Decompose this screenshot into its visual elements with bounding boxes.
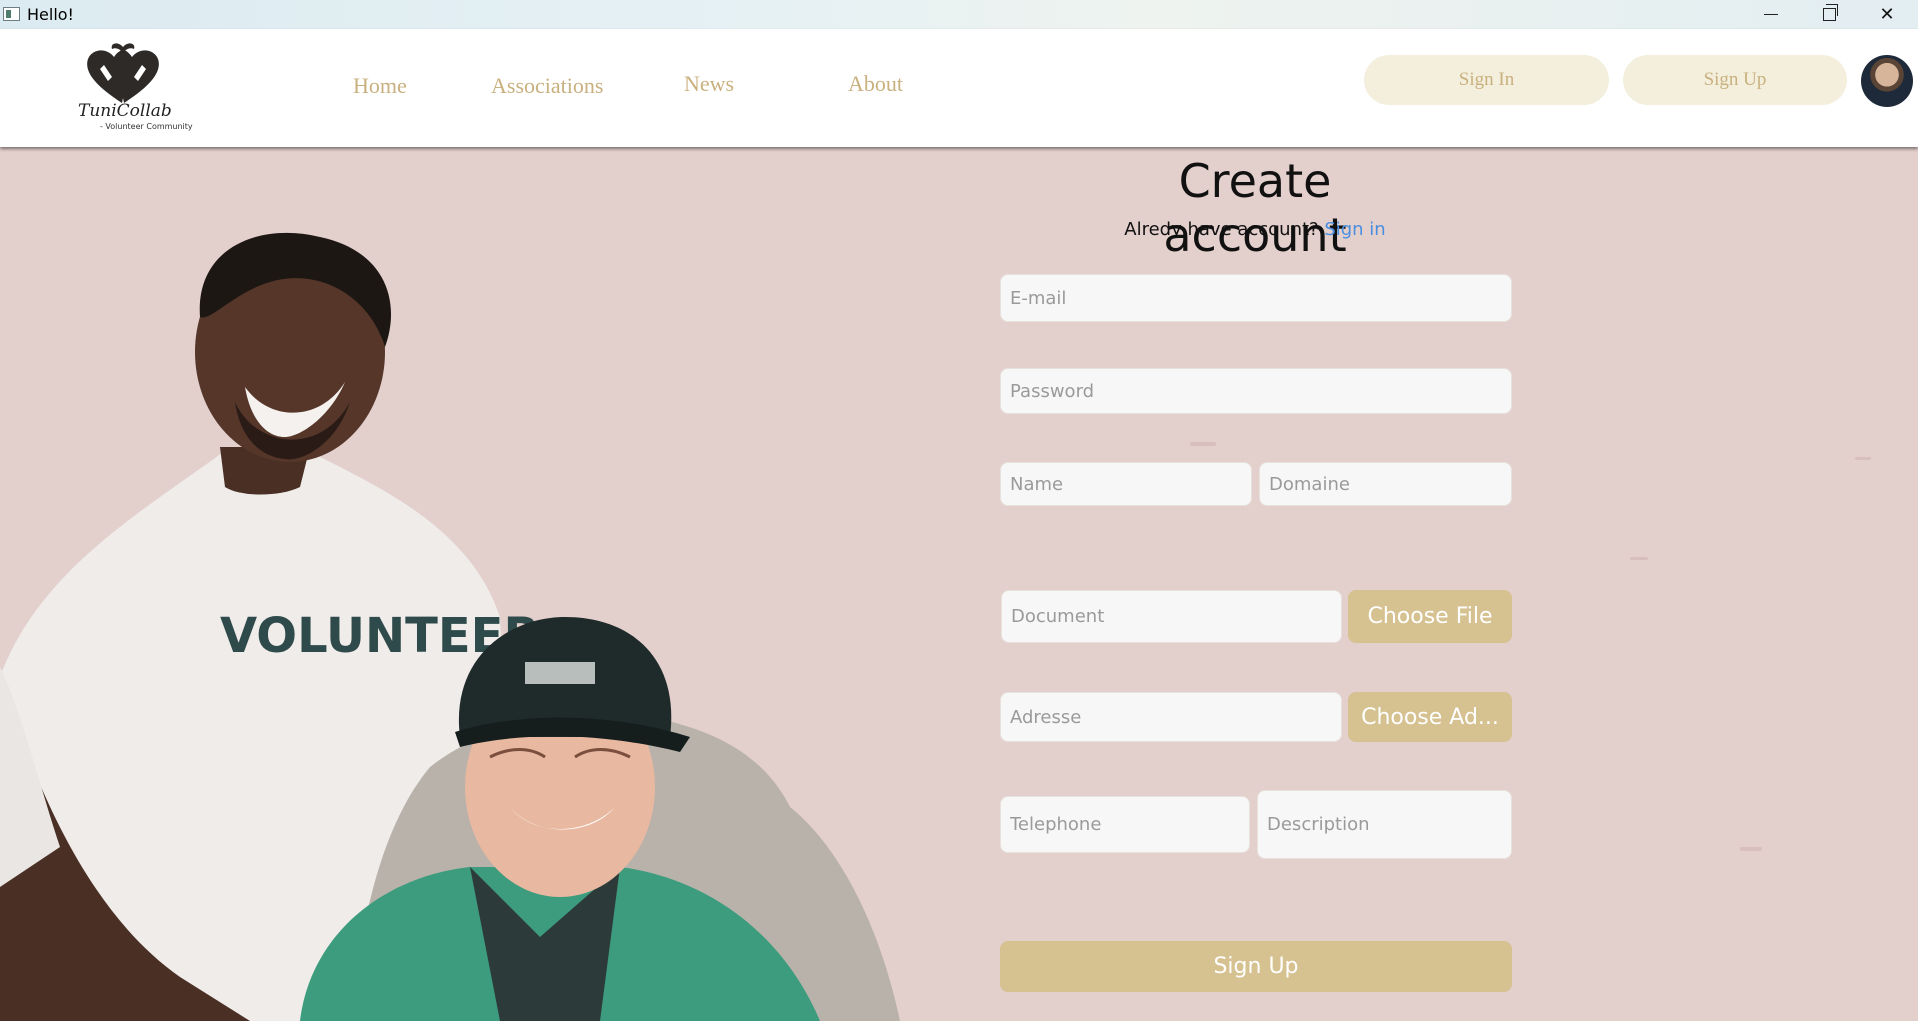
choose-file-button[interactable]: Choose File [1348,590,1512,643]
telephone-field[interactable] [1000,796,1250,853]
logo-tagline: - Volunteer Community [100,122,193,131]
close-button[interactable]: ✕ [1858,0,1916,29]
sign-up-submit-button[interactable]: Sign Up [1000,941,1512,992]
choose-address-button[interactable]: Choose Ad... [1348,692,1512,742]
have-account-text: Alredy have account? [1124,219,1319,240]
nav-about[interactable]: About [848,71,903,97]
document-field[interactable] [1001,590,1342,643]
nav-home[interactable]: Home [353,73,407,99]
description-field[interactable] [1257,790,1512,859]
maximize-button[interactable] [1800,0,1858,29]
main-content: VOLUNTEER Create account Alredy have acc… [0,147,1918,1021]
window-title: Hello! [27,5,74,24]
domaine-field[interactable] [1259,462,1512,506]
sign-in-link[interactable]: Sign in [1324,219,1385,240]
volunteers-photo: VOLUNTEER [0,232,900,1021]
minimize-icon [1764,14,1778,15]
wall-texture [1855,457,1871,460]
top-nav-bar: TuniCollab - Volunteer Community Home As… [0,29,1918,147]
sign-up-button[interactable]: Sign Up [1623,55,1847,105]
sign-in-button[interactable]: Sign In [1364,55,1609,105]
maximize-icon [1822,4,1838,21]
password-field[interactable] [1000,368,1512,414]
logo-name: TuniCollab [78,101,172,121]
wall-texture [1190,442,1216,446]
wall-texture [1630,557,1648,560]
name-field[interactable] [1000,462,1252,506]
email-field[interactable] [1000,274,1512,322]
minimize-button[interactable] [1742,0,1800,29]
close-icon: ✕ [1879,4,1895,25]
form-title: Create account [1163,154,1347,262]
app-icon [3,7,20,21]
wall-texture [1740,847,1762,851]
window-title-bar: Hello! ✕ [0,0,1918,29]
have-account-line: Alredy have account? Sign in [1110,219,1400,240]
nav-news[interactable]: News [684,71,734,97]
adresse-field[interactable] [1000,692,1342,742]
user-avatar-icon[interactable] [1861,55,1913,107]
nav-associations[interactable]: Associations [491,73,603,99]
